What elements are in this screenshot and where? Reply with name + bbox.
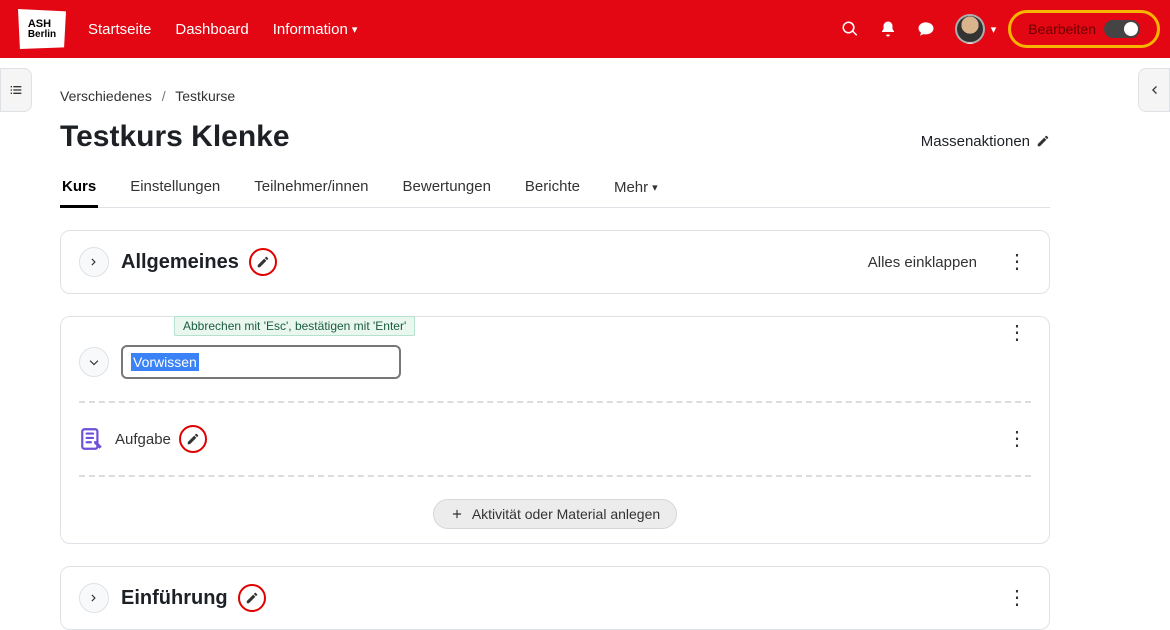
divider [79,401,1031,403]
breadcrumb: Verschiedenes / Testkurse [60,70,1050,114]
chevron-down-icon [87,355,101,369]
section-title: Allgemeines [121,251,239,274]
chat-icon[interactable] [917,20,935,38]
list-icon [8,82,24,98]
logo-text-2: Berlin [28,30,56,40]
course-tabs: Kurs Einstellungen Teilnehmer/innen Bewe… [60,168,1050,208]
top-nav: ASH Berlin Startseite Dashboard Informat… [0,0,1170,58]
pencil-icon [245,591,259,605]
activity-name: Aufgabe [115,431,171,448]
edit-section-title[interactable] [249,248,277,276]
section-title-input-value: Vorwissen [131,353,199,371]
search-icon[interactable] [841,20,859,38]
bulk-actions-button[interactable]: Massenaktionen [921,133,1050,150]
edit-mode-toggle[interactable]: Bearbeiten [1016,16,1152,42]
page-content: Verschiedenes / Testkurse Testkurs Klenk… [0,58,1110,630]
tab-participants[interactable]: Teilnehmer/innen [252,168,370,207]
pencil-icon [256,255,270,269]
avatar [955,14,985,44]
nav-link-dashboard[interactable]: Dashboard [175,21,248,38]
pencil-icon [1036,134,1050,148]
section-toggle[interactable] [79,583,109,613]
breadcrumb-sep: / [156,88,172,104]
section-vorwissen: Abbrechen mit 'Esc', bestätigen mit 'Ent… [60,316,1050,544]
chevron-right-icon [87,591,101,605]
logo-text-1: ASH [28,18,51,30]
nav-link-info[interactable]: Information ▾ [273,21,358,38]
add-activity-label: Aktivität oder Material anlegen [472,506,660,522]
section-title-input[interactable]: Vorwissen [121,345,401,379]
edit-toggle-label: Bearbeiten [1028,21,1096,37]
section-general: Allgemeines Alles einklappen ⋮ [60,230,1050,294]
bell-icon[interactable] [879,20,897,38]
section-toggle[interactable] [79,347,109,377]
tab-more-label: Mehr [614,179,648,196]
tab-more[interactable]: Mehr ▾ [612,168,660,207]
drawer-left-toggle[interactable] [0,68,32,112]
section-intro: Einführung ⋮ [60,566,1050,630]
breadcrumb-current[interactable]: Testkurse [175,88,235,104]
divider [79,475,1031,477]
tab-course[interactable]: Kurs [60,168,98,208]
logo[interactable]: ASH Berlin [18,9,66,49]
assignment-icon [79,426,105,452]
edit-section-title[interactable] [238,584,266,612]
toggle-switch[interactable] [1104,20,1140,38]
tab-settings[interactable]: Einstellungen [128,168,222,207]
nav-link-info-label: Information [273,21,348,38]
chevron-right-icon [87,255,101,269]
section-toggle[interactable] [79,247,109,277]
chevron-left-icon [1146,82,1162,98]
section-title: Einführung [121,587,228,610]
add-activity-button[interactable]: Aktivität oder Material anlegen [433,499,677,529]
page-title: Testkurs Klenke [60,120,290,154]
nav-links: Startseite Dashboard Information ▾ [88,21,357,38]
pencil-icon [186,432,200,446]
nav-link-home[interactable]: Startseite [88,21,151,38]
edit-activity-title[interactable] [179,425,207,453]
breadcrumb-parent[interactable]: Verschiedenes [60,88,152,104]
drawer-right-toggle[interactable] [1138,68,1170,112]
chevron-down-icon: ▾ [352,23,358,36]
collapse-all-button[interactable]: Alles einklappen [868,254,977,271]
bulk-actions-label: Massenaktionen [921,133,1030,150]
user-menu[interactable]: ▾ [955,14,997,44]
tab-grades[interactable]: Bewertungen [401,168,493,207]
inline-edit-tooltip: Abbrechen mit 'Esc', bestätigen mit 'Ent… [174,316,415,336]
nav-actions: ▾ Bearbeiten [841,14,1152,44]
plus-icon [450,507,464,521]
activity-row[interactable]: Aufgabe ⋮ [79,425,1031,453]
chevron-down-icon: ▾ [991,23,997,36]
chevron-down-icon: ▾ [652,181,658,194]
tab-reports[interactable]: Berichte [523,168,582,207]
